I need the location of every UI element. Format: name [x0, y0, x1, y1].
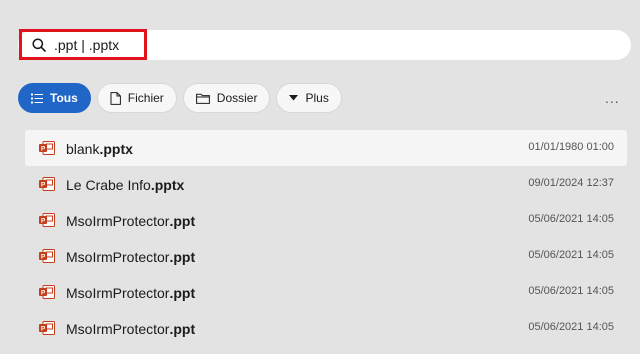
file-name-extension: .ppt — [169, 321, 196, 337]
search-icon — [32, 38, 46, 52]
file-date: 05/06/2021 14:05 — [528, 213, 614, 225]
file-date: 05/06/2021 14:05 — [528, 285, 614, 297]
result-row[interactable]: P MsoIrmProtector.ppt 05/06/2021 14:05 — [25, 202, 627, 238]
svg-text:P: P — [41, 326, 46, 333]
file-name: MsoIrmProtector.ppt — [66, 284, 195, 302]
powerpoint-file-icon: P — [39, 141, 55, 155]
filter-chip-label: Dossier — [216, 91, 258, 105]
file-name-base: MsoIrmProtector — [66, 249, 170, 265]
file-name-extension: .ppt — [169, 249, 196, 265]
powerpoint-file-icon: P — [39, 213, 55, 227]
result-row[interactable]: P MsoIrmProtector.ppt 05/06/2021 14:05 — [25, 274, 627, 310]
filter-chip-dossier[interactable]: Dossier — [182, 83, 271, 113]
file-name-extension: .ppt — [169, 213, 196, 229]
results-list: Pblank.pptx 01/01/1980 01:00 P Le Crabe Inf… — [25, 130, 627, 346]
search-input[interactable]: .ppt | .pptx — [54, 36, 119, 54]
file-name-extension: .pptx — [150, 177, 185, 193]
svg-text:P: P — [41, 182, 46, 189]
file-name: MsoIrmProtector.ppt — [66, 212, 195, 230]
svg-text:P: P — [41, 290, 46, 297]
svg-text:P: P — [41, 254, 46, 261]
filter-chip-tous[interactable]: Tous — [18, 83, 91, 113]
filter-chip-plus[interactable]: Plus — [276, 83, 342, 113]
file-name: blank.pptx — [66, 140, 133, 158]
result-row[interactable]: P Le Crabe Info.pptx 09/01/2024 12:37 — [25, 166, 627, 202]
search-box[interactable]: .ppt | .pptx — [18, 30, 631, 60]
file-name-base: Le Crabe Info — [66, 177, 151, 193]
file-name: MsoIrmProtector.ppt — [66, 248, 195, 266]
file-name: MsoIrmProtector.ppt — [66, 320, 195, 338]
powerpoint-file-icon: P — [39, 285, 55, 299]
filter-chip-label: Tous — [50, 91, 78, 105]
result-row[interactable]: P MsoIrmProtector.ppt 05/06/2021 14:05 — [25, 238, 627, 274]
filter-chip-fichier[interactable]: Fichier — [96, 83, 177, 113]
file-date: 09/01/2024 12:37 — [528, 177, 614, 189]
file-date: 05/06/2021 14:05 — [528, 249, 614, 261]
file-icon — [110, 91, 121, 105]
file-name-base: MsoIrmProtector — [66, 321, 170, 337]
powerpoint-file-icon: P — [39, 321, 55, 335]
list-icon — [31, 93, 43, 103]
file-name-extension: .pptx — [99, 141, 133, 157]
powerpoint-file-icon: P — [39, 177, 55, 191]
file-date: 01/01/1980 01:00 — [528, 141, 614, 153]
filter-chip-label: Plus — [305, 91, 329, 105]
file-name-base: MsoIrmProtector — [66, 213, 170, 229]
svg-text:P: P — [41, 218, 46, 225]
filter-chip-label: Fichier — [127, 91, 164, 105]
result-row[interactable]: Pblank.pptx 01/01/1980 01:00 — [25, 130, 627, 166]
svg-text:P: P — [41, 146, 46, 153]
file-name-extension: .ppt — [169, 285, 196, 301]
file-name-base: blank — [66, 141, 100, 157]
more-options-button[interactable]: ... — [605, 90, 620, 106]
filter-bar: Tous Fichier Dossier Plus — [18, 83, 342, 113]
file-name-base: MsoIrmProtector — [66, 285, 170, 301]
caret-down-icon — [289, 95, 299, 101]
folder-icon — [195, 93, 210, 104]
powerpoint-file-icon: P — [39, 249, 55, 263]
result-row[interactable]: P MsoIrmProtector.ppt 05/06/2021 14:05 — [25, 310, 627, 346]
file-name: Le Crabe Info.pptx — [66, 176, 184, 194]
file-date: 05/06/2021 14:05 — [528, 321, 614, 333]
